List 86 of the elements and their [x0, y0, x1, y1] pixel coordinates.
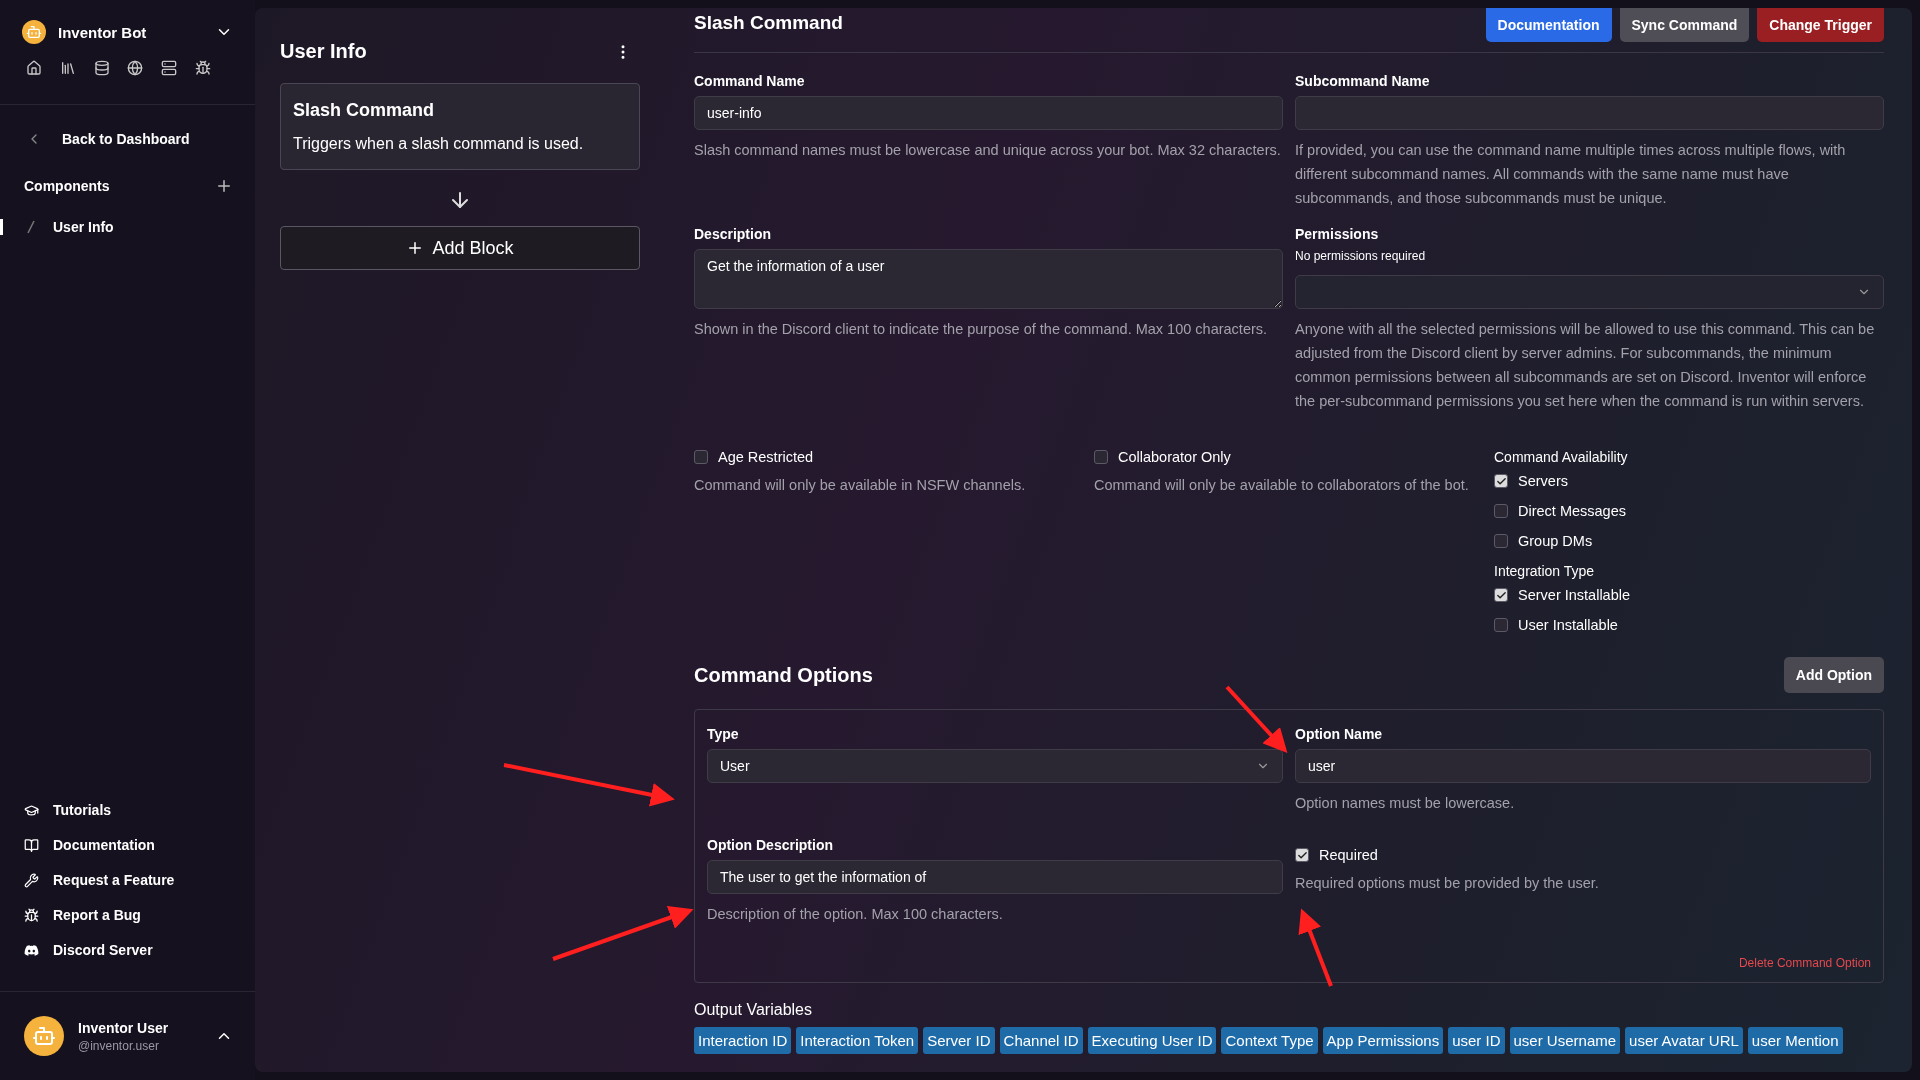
delete-option-link[interactable]: Delete Command Option — [1738, 956, 1871, 970]
help-text: Shown in the Discord client to indicate the purpose of the command. Max 100 characters. — [694, 320, 1269, 339]
books-icon[interactable] — [59, 60, 76, 76]
group-title: Integration Type — [1494, 563, 1596, 579]
variable-tag[interactable]: App Permissions — [1322, 1027, 1444, 1054]
header-button[interactable]: Change Trigger — [1757, 8, 1884, 42]
add-block-button[interactable]: Add Block — [280, 226, 640, 270]
variable-tag[interactable]: Executing User ID — [1087, 1027, 1217, 1054]
checkbox[interactable]: Age Restricted — [694, 449, 1094, 465]
option-name-field[interactable]: user — [1295, 749, 1871, 783]
field-label: Command Name — [694, 73, 806, 89]
option-description-field[interactable]: The user to get the information of — [707, 860, 1283, 894]
variable-tag[interactable]: Server ID — [923, 1027, 995, 1054]
graduation-cap-icon — [24, 802, 39, 818]
editor-title: Slash Command — [694, 12, 843, 34]
variable-tag[interactable]: user Username — [1509, 1027, 1621, 1054]
help-text: Slash command names must be lowercase and unique across your bot. Max 32 characters. — [694, 141, 1282, 160]
help-text: Command will only be available to collaborators of the bot. — [1094, 476, 1470, 495]
help-text: Command will only be available in NSFW channels. — [694, 476, 1027, 495]
add-option-button[interactable]: Add Option — [1783, 657, 1884, 693]
checkbox[interactable]: Server Installable — [1494, 587, 1884, 603]
checkbox[interactable]: Direct Messages — [1494, 503, 1884, 519]
command-name-field[interactable]: user-info — [694, 96, 1283, 130]
variable-tag[interactable]: Interaction Token — [796, 1027, 919, 1054]
group-title: Command Availability — [1494, 449, 1629, 465]
home-icon[interactable] — [26, 60, 42, 76]
variable-tag[interactable]: Interaction ID — [694, 1027, 792, 1054]
help-text: Description of the option. Max 100 characters. — [707, 905, 1004, 924]
components-heading: Components — [24, 178, 110, 194]
trigger-description: Triggers when a slash command is used. — [293, 135, 585, 153]
checkbox[interactable]: Group DMs — [1494, 533, 1884, 549]
field-label: Option Name — [1295, 726, 1384, 742]
permissions-note: No permissions required — [1295, 249, 1427, 263]
book-icon — [24, 837, 39, 853]
sidebar-link[interactable]: Tutorials — [24, 802, 231, 818]
help-text: Required options must be provided by the user. — [1295, 874, 1600, 893]
variable-tag[interactable]: Channel ID — [999, 1027, 1083, 1054]
flow-title: User Info — [280, 40, 367, 63]
subcommand-name-field[interactable] — [1295, 96, 1884, 130]
checkbox[interactable]: User Installable — [1494, 617, 1884, 633]
type-select[interactable]: User — [707, 749, 1283, 783]
plus-icon[interactable] — [215, 177, 233, 195]
help-text: If provided, you can use the command name multiple times across multiple flows, with different subcommand names. All commands with the same name must have subcommands, and those subcommands must be unique. — [1295, 141, 1847, 208]
server-icon[interactable] — [161, 60, 178, 76]
help-text: Option names must be lowercase. — [1295, 794, 1516, 813]
globe-icon[interactable] — [127, 60, 144, 76]
section-title: Command Options — [694, 663, 873, 687]
checkbox[interactable]: Required — [1295, 847, 1871, 863]
trigger-card[interactable]: Slash Command Triggers when a slash command is used. — [280, 83, 640, 170]
checkbox[interactable]: Servers — [1494, 473, 1884, 489]
field-label: Permissions — [1295, 226, 1380, 242]
discord-icon — [24, 942, 39, 958]
tools-icon — [24, 872, 39, 888]
slash-icon — [27, 220, 35, 234]
description-field[interactable]: Get the information of a user — [694, 249, 1283, 309]
field-label: Option Description — [707, 837, 834, 853]
variable-tag[interactable]: user Mention — [1747, 1027, 1843, 1054]
variable-tag[interactable]: user ID — [1448, 1027, 1505, 1054]
user-handle: @inventor.user — [78, 1038, 160, 1053]
bot-name: Inventor Bot — [58, 23, 148, 41]
back-link[interactable]: Back to Dashboard — [0, 131, 255, 147]
checkbox[interactable]: Collaborator Only — [1094, 449, 1494, 465]
sidebar-link[interactable]: Request a Feature — [24, 872, 231, 888]
user-name: Inventor User — [78, 1019, 170, 1036]
check-icon — [1296, 849, 1308, 861]
section-title: Output Variables — [694, 1001, 813, 1019]
bug-icon[interactable] — [195, 60, 211, 76]
help-text: Anyone with all the selected permissions will be allowed to use this command. This can be adjusted from the Discord client by server admins. For subcommands, the minimum common permissions between all subcommands are set on Discord. Inventor will enforce the per-subcommand permissions you set here when the command is run within servers. — [1295, 320, 1876, 411]
field-label: Description — [694, 226, 772, 242]
check-icon — [1495, 589, 1507, 601]
database-icon[interactable] — [93, 60, 110, 76]
variable-tag[interactable]: user Avatar URL — [1625, 1027, 1743, 1054]
trigger-title: Slash Command — [293, 100, 436, 121]
field-label: Type — [707, 726, 740, 742]
bot-avatar-icon — [22, 20, 46, 44]
sidebar-link[interactable]: Documentation — [24, 837, 231, 853]
header-button[interactable]: Sync Command — [1619, 8, 1750, 42]
header-button[interactable]: Documentation — [1485, 8, 1612, 42]
field-label: Subcommand Name — [1295, 73, 1431, 89]
user-avatar-icon — [24, 1016, 64, 1056]
annotation-arrow — [1225, 685, 1288, 753]
check-icon — [1495, 475, 1507, 487]
sidebar-link[interactable]: Report a Bug — [24, 907, 231, 923]
bug-icon — [24, 907, 39, 923]
variable-tag[interactable]: Context Type — [1221, 1027, 1318, 1054]
sidebar-link[interactable]: Discord Server — [24, 942, 231, 958]
